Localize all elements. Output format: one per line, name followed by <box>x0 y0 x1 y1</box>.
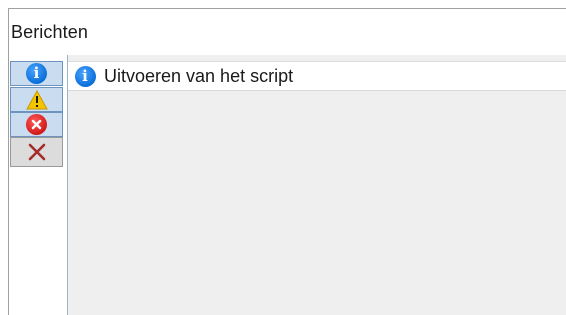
warning-filter-toggle[interactable] <box>10 87 63 112</box>
clear-icon <box>28 143 45 161</box>
messages-panel: Berichten i i Uitvoeren van het script <box>8 8 566 315</box>
info-icon: i <box>74 65 96 87</box>
info-filter-toggle[interactable]: i <box>10 61 63 86</box>
warning-icon <box>25 89 48 109</box>
clear-messages-button[interactable] <box>10 137 63 167</box>
message-text: Uitvoeren van het script <box>104 65 294 86</box>
list-item[interactable]: i Uitvoeren van het script <box>68 61 566 91</box>
error-filter-toggle[interactable] <box>10 112 63 137</box>
panel-title: Berichten <box>9 9 566 55</box>
message-list[interactable]: i Uitvoeren van het script <box>68 55 566 315</box>
error-icon <box>26 114 47 135</box>
info-icon: i <box>26 63 47 84</box>
message-filter-toolbar: i <box>9 55 68 315</box>
